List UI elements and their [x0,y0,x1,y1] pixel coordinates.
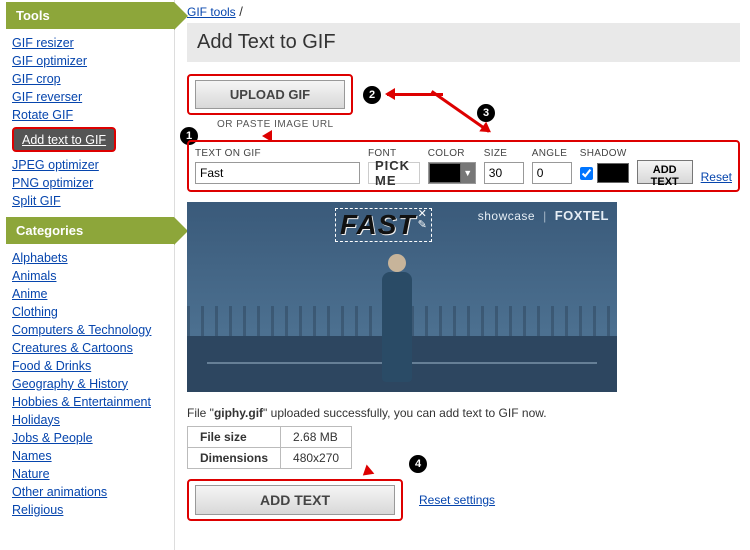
sidebar-item-jpeg-optimizer[interactable]: JPEG optimizer [12,158,99,172]
watermark-foxtel: FOXTEL [555,208,609,223]
sidebar-item-clothing[interactable]: Clothing [12,305,58,319]
overlay-handles: ✕ ✎ [418,209,427,231]
overlay-text: FAST [340,209,416,241]
table-row: Dimensions480x270 [188,448,352,469]
edit-icon[interactable]: ✎ [418,220,427,231]
reset-link[interactable]: Reset [701,170,732,184]
sidebar-item-gif-crop[interactable]: GIF crop [12,72,61,86]
sidebar-item-hobbies[interactable]: Hobbies & Entertainment [12,395,151,409]
annotation-highlight-addtext: ADD TEXT [187,479,403,521]
sidebar-item-religious[interactable]: Religious [12,503,63,517]
sidebar-categories-list: Alphabets Animals Anime Clothing Compute… [6,248,174,524]
add-text-main-button[interactable]: ADD TEXT [195,485,395,515]
color-picker[interactable]: ▼ [428,162,476,184]
sidebar-item-food[interactable]: Food & Drinks [12,359,91,373]
color-swatch [429,163,461,183]
annotation-badge-2: 2 [363,86,381,104]
shadow-checkbox[interactable] [580,167,593,180]
breadcrumb-sep: / [236,4,243,19]
shadow-label: SHADOW [580,148,629,159]
status-filename: giphy.gif [214,406,263,420]
caret-down-icon: ▼ [461,163,475,183]
upload-status: File "giphy.gif" uploaded successfully, … [187,406,740,420]
add-text-button[interactable]: ADD TEXT [637,160,693,184]
shadow-color-swatch[interactable] [597,163,629,183]
sidebar-item-names[interactable]: Names [12,449,52,463]
sidebar-item-anime[interactable]: Anime [12,287,47,301]
file-info-table: File size2.68 MB Dimensions480x270 [187,426,352,469]
font-picker[interactable]: PICK ME [368,162,420,184]
sidebar-item-creatures[interactable]: Creatures & Cartoons [12,341,133,355]
sidebar-item-computers[interactable]: Computers & Technology [12,323,151,337]
sidebar-item-holidays[interactable]: Holidays [12,413,60,427]
page-title: Add Text to GIF [187,23,740,62]
text-overlay[interactable]: FAST ✕ ✎ [335,208,432,242]
breadcrumb: GIF tools / [187,4,740,19]
text-on-gif-label: TEXT ON GIF [195,148,360,159]
sidebar-item-gif-resizer[interactable]: GIF resizer [12,36,74,50]
sidebar-item-nature[interactable]: Nature [12,467,50,481]
sidebar-header-tools: Tools [6,2,174,29]
bottom-actions: ADD TEXT Reset settings 4 [187,479,740,521]
annotation-badge-4: 4 [409,455,427,473]
upload-row: UPLOAD GIF 2 3 [187,74,740,115]
sidebar-item-split-gif[interactable]: Split GIF [12,194,61,208]
angle-label: ANGLE [532,148,572,159]
color-label: COLOR [428,148,476,159]
sidebar-item-gif-reverser[interactable]: GIF reverser [12,90,82,104]
size-label: SIZE [484,148,524,159]
sidebar: Tools GIF resizer GIF optimizer GIF crop… [0,0,175,550]
text-on-gif-input[interactable] [195,162,360,184]
reset-settings-link[interactable]: Reset settings [419,493,495,507]
sidebar-item-alphabets[interactable]: Alphabets [12,251,68,265]
info-val: 480x270 [281,448,352,469]
preview-figure [382,272,412,382]
sidebar-item-rotate-gif[interactable]: Rotate GIF [12,108,73,122]
angle-input[interactable] [532,162,572,184]
watermark-showcase: showcase [478,209,535,223]
sidebar-item-other[interactable]: Other animations [12,485,107,499]
preview-watermark: showcase | FOXTEL [478,208,609,223]
annotation-highlight-upload: UPLOAD GIF [187,74,353,115]
sidebar-item-gif-optimizer[interactable]: GIF optimizer [12,54,87,68]
info-key: Dimensions [188,448,281,469]
annotation-badge-3: 3 [477,104,495,122]
sidebar-item-png-optimizer[interactable]: PNG optimizer [12,176,93,190]
sidebar-item-jobs[interactable]: Jobs & People [12,431,93,445]
sidebar-item-add-text-to-gif[interactable]: Add text to GIF [12,127,116,152]
sidebar-item-geography[interactable]: Geography & History [12,377,128,391]
info-key: File size [188,427,281,448]
table-row: File size2.68 MB [188,427,352,448]
breadcrumb-link[interactable]: GIF tools [187,5,236,19]
gif-preview[interactable]: showcase | FOXTEL FAST ✕ ✎ [187,202,617,392]
info-val: 2.68 MB [281,427,352,448]
sidebar-item-animals[interactable]: Animals [12,269,56,283]
size-input[interactable] [484,162,524,184]
text-controls-panel: TEXT ON GIF FONT PICK ME COLOR ▼ SIZE AN… [187,140,740,192]
sidebar-header-categories: Categories [6,217,174,244]
sidebar-tools-list: GIF resizer GIF optimizer GIF crop GIF r… [6,33,174,215]
main-content: GIF tools / Add Text to GIF UPLOAD GIF 2… [175,0,750,550]
upload-gif-button[interactable]: UPLOAD GIF [195,80,345,109]
